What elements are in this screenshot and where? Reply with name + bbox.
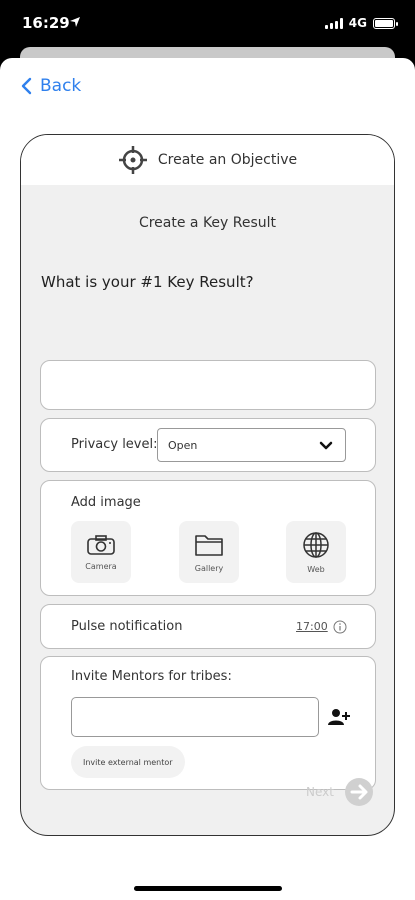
globe-icon (303, 531, 329, 558)
modal-sheet: Back Create an Objective Create a Key Re… (0, 58, 415, 900)
chevron-left-icon (21, 77, 32, 95)
camera-label: Camera (85, 561, 117, 571)
key-result-input[interactable] (40, 360, 376, 410)
mentors-label: Invite Mentors for tribes: (71, 669, 232, 684)
home-indicator (134, 886, 282, 891)
pulse-time[interactable]: 17:00 (296, 620, 328, 633)
back-button[interactable]: Back (20, 76, 81, 96)
mentor-input[interactable] (71, 697, 319, 737)
network-type: 4G (348, 16, 367, 30)
battery-icon (373, 17, 398, 29)
add-image-label: Add image (71, 495, 141, 510)
arrow-right-circle-icon (345, 778, 373, 806)
mentors-card: Invite Mentors for tribes: Invite extern… (40, 656, 376, 790)
web-label: Web (307, 564, 325, 574)
section-title: Create a Key Result (138, 215, 277, 231)
invite-external-mentor-button[interactable]: Invite external mentor (71, 746, 185, 778)
privacy-select[interactable]: Open (157, 428, 346, 462)
camera-option[interactable]: Camera (71, 521, 131, 583)
next-label: Next (306, 785, 334, 799)
status-bar: 16:29 4G (0, 0, 415, 50)
info-icon[interactable] (333, 620, 347, 634)
privacy-label: Privacy level: (71, 437, 158, 452)
add-user-icon[interactable] (328, 708, 350, 726)
target-icon (118, 146, 147, 174)
camera-icon (87, 534, 115, 555)
privacy-card: Privacy level: Open (40, 418, 376, 472)
chevron-down-icon (319, 441, 333, 450)
add-image-card: Add image Camera Gallery Web (40, 480, 376, 596)
phone-preview: Create an Objective Create a Key Result … (20, 134, 395, 836)
status-time: 16:29 (22, 14, 70, 32)
gallery-label: Gallery (194, 563, 224, 573)
pulse-notification-card: Pulse notification 17:00 (40, 604, 376, 649)
objective-title: Create an Objective (157, 152, 298, 168)
privacy-selected-value: Open (168, 438, 198, 452)
status-right: 4G (324, 16, 398, 30)
folder-icon (195, 534, 223, 556)
location-arrow-icon (70, 17, 80, 27)
signal-icon (324, 17, 343, 29)
key-result-question: What is your #1 Key Result? (41, 273, 254, 291)
back-label: Back (40, 76, 82, 96)
web-option[interactable]: Web (286, 521, 346, 583)
next-button[interactable]: Next (306, 777, 374, 807)
objective-header: Create an Objective (21, 135, 394, 185)
gallery-option[interactable]: Gallery (179, 521, 239, 583)
pulse-label: Pulse notification (71, 619, 183, 634)
